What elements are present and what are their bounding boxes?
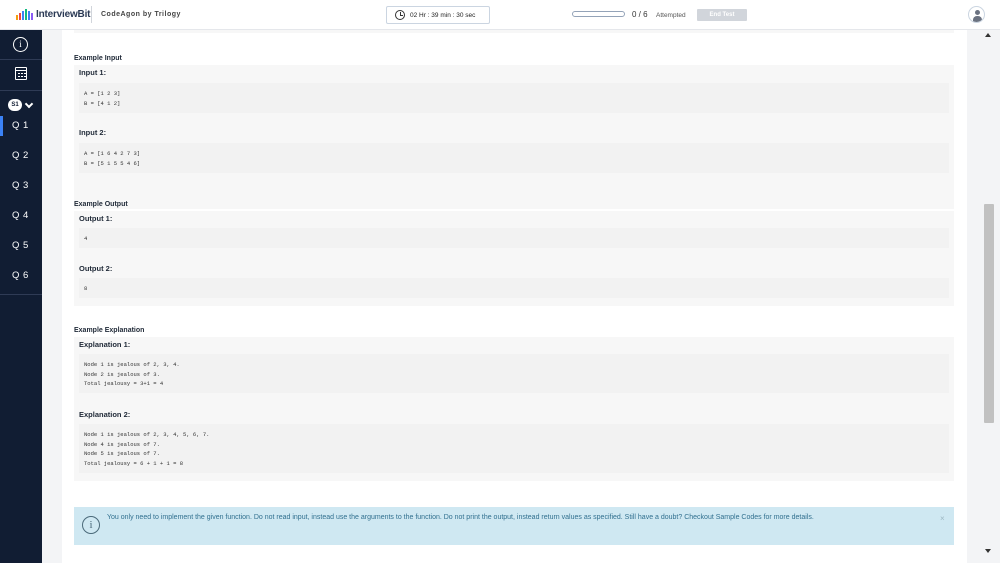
explanation-2-code: Node 1 is jealous of 2, 3, 4, 5, 6, 7. N… — [79, 424, 949, 473]
scroll-down-icon[interactable] — [985, 549, 991, 553]
sidebar-divider — [0, 294, 42, 295]
scrollbar-thumb[interactable] — [984, 204, 994, 423]
output-1-label: Output 1: — [79, 214, 113, 223]
chevron-down-icon — [24, 99, 34, 108]
example-input-heading: Example Input — [74, 55, 122, 62]
example-input-box: Input 1: A = [1 2 3] B = [4 1 2] Input 2… — [74, 65, 954, 209]
attempted-count: 0 / 6 — [632, 10, 648, 19]
user-icon[interactable] — [968, 6, 985, 23]
timer-text: 02 Hr : 39 min : 30 sec — [410, 11, 476, 19]
input-1-label: Input 1: — [79, 68, 107, 77]
sidebar-divider — [0, 59, 42, 60]
sidebar-divider — [0, 90, 42, 91]
question-sidebar: i S1 Q 1 Q 2 Q 3 Q 4 Q 5 Q 6 — [0, 30, 42, 563]
sidebar-item-q3[interactable]: Q 3 — [0, 176, 42, 196]
sidebar-item-q6[interactable]: Q 6 — [0, 266, 42, 286]
previous-section-end — [74, 30, 954, 33]
calendar-icon[interactable] — [15, 67, 27, 80]
input-1-code: A = [1 2 3] B = [4 1 2] — [79, 83, 949, 113]
test-timer: 02 Hr : 39 min : 30 sec — [386, 6, 490, 24]
problem-content: Example Input Input 1: A = [1 2 3] B = [… — [62, 30, 967, 563]
top-header: InterviewBit CodeAgon by Trilogy 02 Hr :… — [0, 0, 1000, 30]
attempted-label: Attempted — [656, 12, 686, 19]
clock-icon — [395, 10, 405, 20]
explanation-2-label: Explanation 2: — [79, 410, 131, 419]
example-explanation-heading: Example Explanation — [74, 327, 145, 334]
implementation-note: i You only need to implement the given f… — [74, 507, 954, 545]
example-explanation-box: Explanation 1: Node 1 is jealous of 2, 3… — [74, 337, 954, 481]
output-2-code: 8 — [79, 278, 949, 298]
info-icon[interactable]: i — [13, 37, 28, 52]
sidebar-item-q2[interactable]: Q 2 — [0, 146, 42, 166]
logo-mark-icon — [16, 8, 33, 20]
logo-text: InterviewBit — [36, 8, 91, 20]
section-selector[interactable]: S1 — [8, 99, 34, 111]
input-2-code: A = [1 6 4 2 7 3] B = [5 1 5 5 4 6] — [79, 143, 949, 173]
end-test-button[interactable]: End Test — [697, 9, 747, 21]
input-2-label: Input 2: — [79, 128, 107, 137]
example-output-box: Output 1: 4 Output 2: 8 — [74, 211, 954, 306]
sidebar-item-q4[interactable]: Q 4 — [0, 206, 42, 226]
scroll-up-icon[interactable] — [985, 33, 991, 37]
sidebar-item-q1[interactable]: Q 1 — [0, 116, 42, 136]
interviewbit-logo[interactable]: InterviewBit — [16, 8, 90, 20]
content-scrollbar[interactable] — [982, 30, 995, 563]
brand-title: CodeAgon by Trilogy — [101, 11, 181, 18]
output-1-code: 4 — [79, 228, 949, 248]
explanation-1-label: Explanation 1: — [79, 340, 131, 349]
sidebar-item-q5[interactable]: Q 5 — [0, 236, 42, 256]
attempt-progress-bar — [572, 11, 625, 17]
output-2-label: Output 2: — [79, 264, 113, 273]
info-icon: i — [82, 516, 100, 534]
close-icon[interactable]: × — [940, 514, 945, 523]
section-badge: S1 — [8, 99, 22, 111]
note-text: You only need to implement the given fun… — [107, 514, 814, 521]
header-divider — [91, 6, 92, 23]
example-output-heading: Example Output — [74, 201, 128, 208]
explanation-1-code: Node 1 is jealous of 2, 3, 4. Node 2 is … — [79, 354, 949, 393]
